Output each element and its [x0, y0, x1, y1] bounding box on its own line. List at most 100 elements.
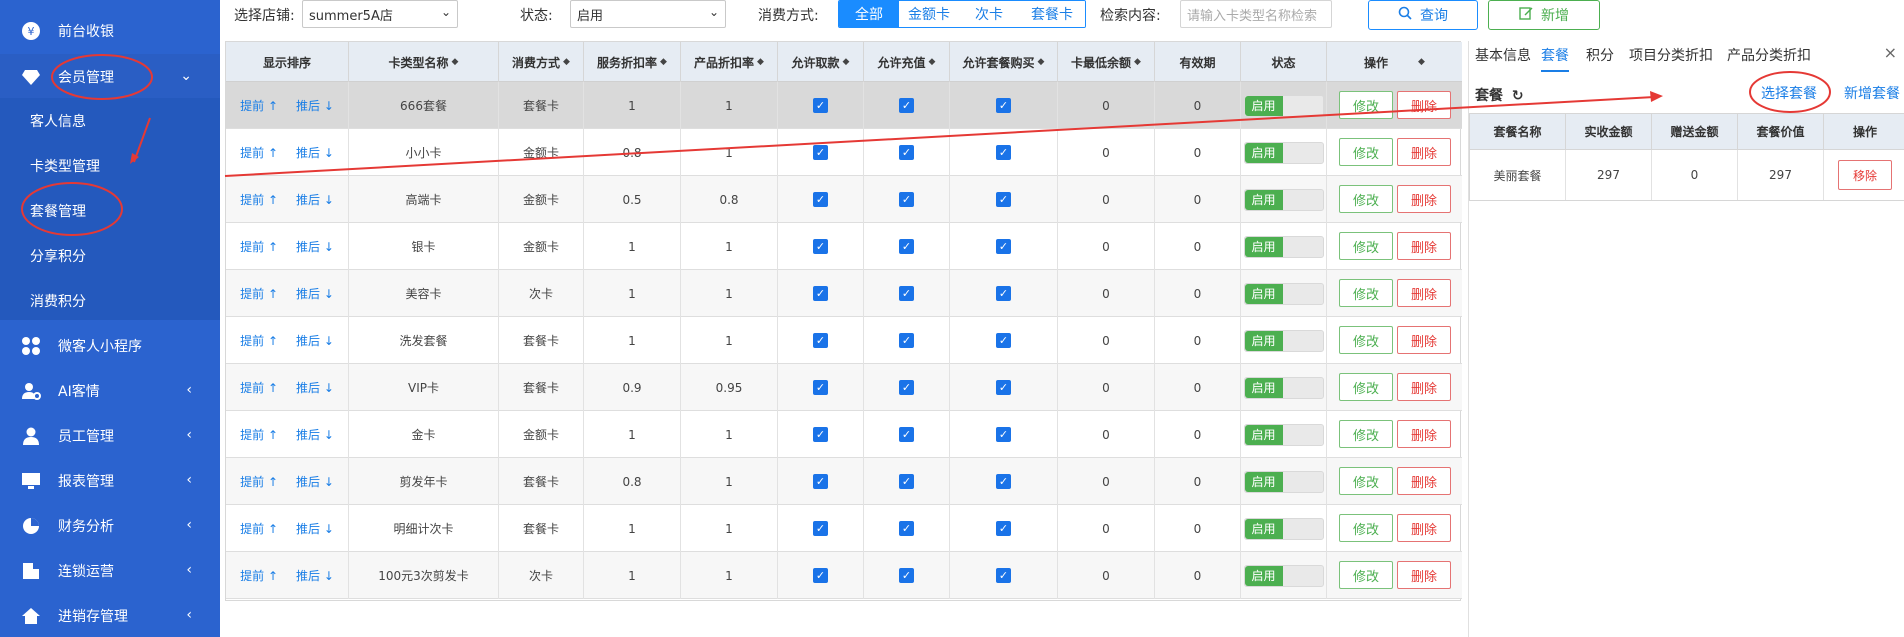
th-recharge[interactable]: 允许充值 ◆ [864, 42, 950, 82]
edit-button[interactable]: 修改 [1339, 279, 1393, 307]
nav-item-mini-program[interactable]: 微客人小程序 [0, 323, 220, 368]
nav-item-chain[interactable]: 连锁运营 ‹ [0, 548, 220, 593]
recharge-checkbox[interactable]: ✓ [899, 380, 914, 395]
package-buy-checkbox[interactable]: ✓ [996, 286, 1011, 301]
edit-button[interactable]: 修改 [1339, 185, 1393, 213]
tab-points[interactable]: 积分 [1586, 45, 1614, 65]
status-toggle[interactable]: 启用 [1243, 517, 1324, 540]
withdraw-checkbox[interactable]: ✓ [813, 333, 828, 348]
move-down-button[interactable]: 推后 ↓ [296, 238, 334, 255]
tab-product-discount[interactable]: 产品分类折扣 [1727, 45, 1811, 65]
edit-button[interactable]: 修改 [1339, 420, 1393, 448]
delete-button[interactable]: 删除 [1397, 279, 1451, 307]
recharge-checkbox[interactable]: ✓ [899, 239, 914, 254]
move-up-button[interactable]: 提前 ↑ [240, 473, 278, 490]
th-name[interactable]: 卡类型名称 ◆ [349, 42, 499, 82]
query-button[interactable]: 查询 [1368, 0, 1478, 30]
move-down-button[interactable]: 推后 ↓ [296, 520, 334, 537]
move-up-button[interactable]: 提前 ↑ [240, 332, 278, 349]
nav-item-reports[interactable]: 报表管理 ‹ [0, 458, 220, 503]
move-up-button[interactable]: 提前 ↑ [240, 97, 278, 114]
table-row[interactable]: 提前 ↑ 推后 ↓ 100元3次剪发卡 次卡 1 1 ✓ ✓ ✓ 0 0 启用 修改 删除 [226, 552, 1462, 599]
nav-item-inventory[interactable]: 进销存管理 ‹ [0, 593, 220, 637]
status-toggle[interactable]: 启用 [1243, 188, 1324, 211]
th-svc[interactable]: 服务折扣率 ◆ [584, 42, 681, 82]
move-up-button[interactable]: 提前 ↑ [240, 520, 278, 537]
move-down-button[interactable]: 推后 ↓ [296, 191, 334, 208]
withdraw-checkbox[interactable]: ✓ [813, 98, 828, 113]
table-row[interactable]: 提前 ↑ 推后 ↓ 银卡 金额卡 1 1 ✓ ✓ ✓ 0 0 启用 修改 删除 [226, 223, 1462, 270]
delete-button[interactable]: 删除 [1397, 185, 1451, 213]
th-package-buy[interactable]: 允许套餐购买 ◆ [950, 42, 1058, 82]
withdraw-checkbox[interactable]: ✓ [813, 145, 828, 160]
recharge-checkbox[interactable]: ✓ [899, 98, 914, 113]
delete-button[interactable]: 删除 [1397, 91, 1451, 119]
th-pay[interactable]: 消费方式 ◆ [499, 42, 584, 82]
edit-button[interactable]: 修改 [1339, 232, 1393, 260]
withdraw-checkbox[interactable]: ✓ [813, 239, 828, 254]
pay-option-package[interactable]: 套餐卡 [1019, 1, 1085, 27]
table-row[interactable]: 提前 ↑ 推后 ↓ 666套餐 套餐卡 1 1 ✓ ✓ ✓ 0 0 启用 修改 删除 [226, 82, 1462, 129]
move-down-button[interactable]: 推后 ↓ [296, 567, 334, 584]
withdraw-checkbox[interactable]: ✓ [813, 192, 828, 207]
recharge-checkbox[interactable]: ✓ [899, 286, 914, 301]
recharge-checkbox[interactable]: ✓ [899, 521, 914, 536]
th-prd[interactable]: 产品折扣率 ◆ [681, 42, 778, 82]
move-down-button[interactable]: 推后 ↓ [296, 473, 334, 490]
status-toggle[interactable]: 启用 [1243, 470, 1324, 493]
move-up-button[interactable]: 提前 ↑ [240, 285, 278, 302]
close-icon[interactable]: × [1884, 43, 1897, 62]
search-input[interactable]: 请输入卡类型名称检索 [1180, 0, 1332, 28]
withdraw-checkbox[interactable]: ✓ [813, 474, 828, 489]
store-select[interactable]: summer5A店 ⌄ [302, 0, 458, 28]
package-buy-checkbox[interactable]: ✓ [996, 239, 1011, 254]
delete-button[interactable]: 删除 [1397, 514, 1451, 542]
sub-item-share-points[interactable]: 分享积分 [0, 233, 220, 278]
table-row[interactable]: 提前 ↑ 推后 ↓ 金卡 金额卡 1 1 ✓ ✓ ✓ 0 0 启用 修改 删除 [226, 411, 1462, 458]
pay-option-all[interactable]: 全部 [839, 1, 899, 27]
move-up-button[interactable]: 提前 ↑ [240, 426, 278, 443]
nav-item-finance[interactable]: 财务分析 ‹ [0, 503, 220, 548]
move-down-button[interactable]: 推后 ↓ [296, 97, 334, 114]
nav-item-staff[interactable]: 员工管理 ‹ [0, 413, 220, 458]
status-toggle[interactable]: 启用 [1243, 564, 1324, 587]
move-down-button[interactable]: 推后 ↓ [296, 379, 334, 396]
refresh-icon[interactable]: ↻ [1512, 88, 1524, 104]
nav-item-ai[interactable]: AI客情 ‹ [0, 368, 220, 413]
recharge-checkbox[interactable]: ✓ [899, 192, 914, 207]
move-up-button[interactable]: 提前 ↑ [240, 144, 278, 161]
edit-button[interactable]: 修改 [1339, 326, 1393, 354]
edit-button[interactable]: 修改 [1339, 561, 1393, 589]
package-buy-checkbox[interactable]: ✓ [996, 333, 1011, 348]
edit-button[interactable]: 修改 [1339, 514, 1393, 542]
table-row[interactable]: 提前 ↑ 推后 ↓ 洗发套餐 套餐卡 1 1 ✓ ✓ ✓ 0 0 启用 修改 删除 [226, 317, 1462, 364]
th-actions[interactable]: 操作 ◆ [1327, 42, 1462, 82]
package-buy-checkbox[interactable]: ✓ [996, 380, 1011, 395]
status-toggle[interactable]: 启用 [1243, 376, 1324, 399]
move-down-button[interactable]: 推后 ↓ [296, 144, 334, 161]
delete-button[interactable]: 删除 [1397, 420, 1451, 448]
delete-button[interactable]: 删除 [1397, 561, 1451, 589]
withdraw-checkbox[interactable]: ✓ [813, 521, 828, 536]
recharge-checkbox[interactable]: ✓ [899, 333, 914, 348]
delete-button[interactable]: 删除 [1397, 467, 1451, 495]
status-toggle[interactable]: 启用 [1243, 141, 1324, 164]
status-toggle[interactable]: 启用 [1243, 94, 1324, 117]
delete-button[interactable]: 删除 [1397, 232, 1451, 260]
recharge-checkbox[interactable]: ✓ [899, 427, 914, 442]
table-row[interactable]: 提前 ↑ 推后 ↓ 小小卡 金额卡 0.8 1 ✓ ✓ ✓ 0 0 启用 修改 删除 [226, 129, 1462, 176]
package-buy-checkbox[interactable]: ✓ [996, 192, 1011, 207]
move-up-button[interactable]: 提前 ↑ [240, 379, 278, 396]
recharge-checkbox[interactable]: ✓ [899, 145, 914, 160]
sub-item-package[interactable]: 套餐管理 [0, 188, 220, 233]
status-toggle[interactable]: 启用 [1243, 329, 1324, 352]
delete-button[interactable]: 删除 [1397, 138, 1451, 166]
package-buy-checkbox[interactable]: ✓ [996, 145, 1011, 160]
withdraw-checkbox[interactable]: ✓ [813, 427, 828, 442]
recharge-checkbox[interactable]: ✓ [899, 474, 914, 489]
package-buy-checkbox[interactable]: ✓ [996, 521, 1011, 536]
sub-item-customer-info[interactable]: 客人信息 [0, 98, 220, 143]
pay-option-amount[interactable]: 金额卡 [899, 1, 959, 27]
withdraw-checkbox[interactable]: ✓ [813, 380, 828, 395]
table-row[interactable]: 提前 ↑ 推后 ↓ 美容卡 次卡 1 1 ✓ ✓ ✓ 0 0 启用 修改 删除 [226, 270, 1462, 317]
